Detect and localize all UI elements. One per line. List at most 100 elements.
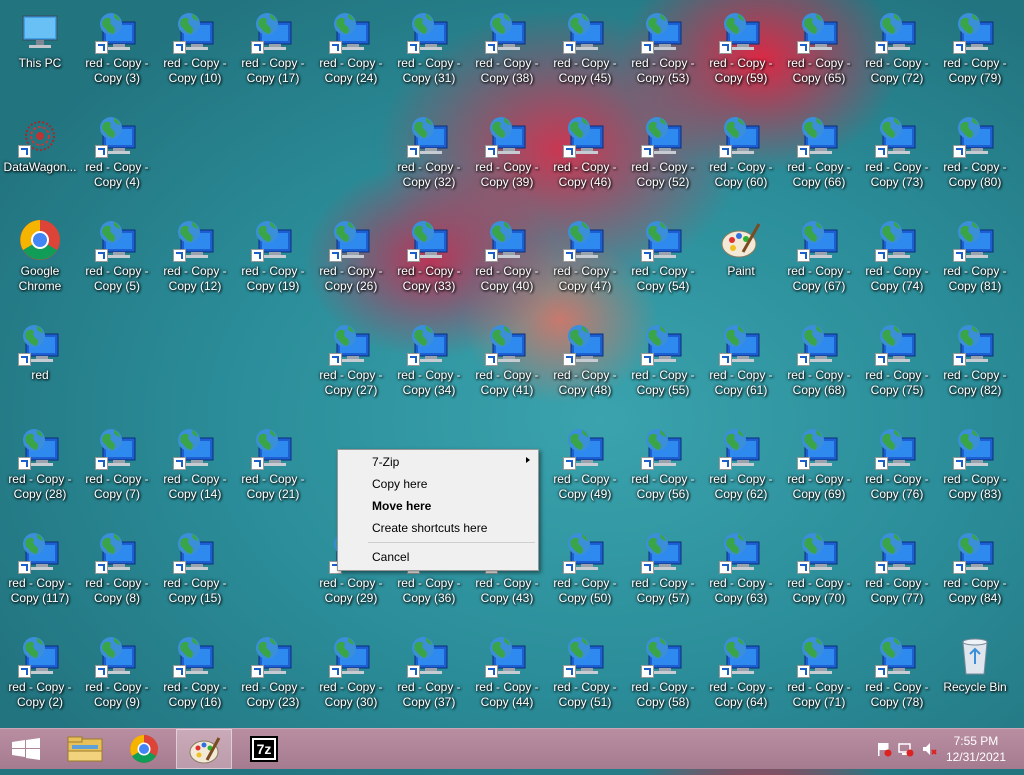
desktop-icon-red-copy-copy-46[interactable]: red - Copy - Copy (46) (548, 108, 622, 208)
desktop-icon-red-copy-copy-58[interactable]: red - Copy - Copy (58) (626, 628, 700, 728)
desktop-icon-red-copy-copy-8[interactable]: red - Copy - Copy (8) (80, 524, 154, 624)
desktop-icon-red-copy-copy-27[interactable]: red - Copy - Copy (27) (314, 316, 388, 416)
desktop-icon-red-copy-copy-63[interactable]: red - Copy - Copy (63) (704, 524, 778, 624)
desktop-icon-red-copy-copy-15[interactable]: red - Copy - Copy (15) (158, 524, 232, 624)
desktop-icon-red-copy-copy-28[interactable]: red - Copy - Copy (28) (3, 420, 77, 520)
desktop[interactable]: This PC DataWagon... Google Chrome red red -… (0, 0, 1024, 728)
desktop-icon-red-copy-copy-78[interactable]: red - Copy - Copy (78) (860, 628, 934, 728)
shortcut-arrow-icon (953, 145, 966, 158)
shortcut-arrow-icon (173, 249, 186, 262)
desktop-icon-red-copy-copy-34[interactable]: red - Copy - Copy (34) (392, 316, 466, 416)
desktop-icon-red-copy-copy-39[interactable]: red - Copy - Copy (39) (470, 108, 544, 208)
desktop-icon-red-copy-copy-5[interactable]: red - Copy - Copy (5) (80, 212, 154, 312)
desktop-icon-red-copy-copy-12[interactable]: red - Copy - Copy (12) (158, 212, 232, 312)
desktop-icon-red-copy-copy-67[interactable]: red - Copy - Copy (67) (782, 212, 856, 312)
desktop-icon-red-copy-copy-31[interactable]: red - Copy - Copy (31) (392, 4, 466, 104)
desktop-icon-red-copy-copy-26[interactable]: red - Copy - Copy (26) (314, 212, 388, 312)
desktop-icon-this-pc[interactable]: This PC (3, 4, 77, 104)
desktop-icon-paint[interactable]: Paint (704, 212, 778, 312)
desktop-icon-red-copy-copy-2[interactable]: red - Copy - Copy (2) (3, 628, 77, 728)
desktop-icon-red-copy-copy-33[interactable]: red - Copy - Copy (33) (392, 212, 466, 312)
desktop-icon-red-copy-copy-32[interactable]: red - Copy - Copy (32) (392, 108, 466, 208)
desktop-icon-red-copy-copy-44[interactable]: red - Copy - Copy (44) (470, 628, 544, 728)
speaker-muted-icon[interactable] (921, 741, 937, 757)
desktop-icon-red-copy-copy-61[interactable]: red - Copy - Copy (61) (704, 316, 778, 416)
desktop-icon-red-copy-copy-73[interactable]: red - Copy - Copy (73) (860, 108, 934, 208)
menu-item-move-here[interactable]: Move here (372, 496, 431, 516)
desktop-icon-red-copy-copy-77[interactable]: red - Copy - Copy (77) (860, 524, 934, 624)
start-button[interactable] (0, 729, 56, 769)
desktop-icon-red-copy-copy-56[interactable]: red - Copy - Copy (56) (626, 420, 700, 520)
desktop-icon-red-copy-copy-38[interactable]: red - Copy - Copy (38) (470, 4, 544, 104)
desktop-icon-red-copy-copy-71[interactable]: red - Copy - Copy (71) (782, 628, 856, 728)
desktop-icon-red-copy-copy-50[interactable]: red - Copy - Copy (50) (548, 524, 622, 624)
desktop-icon-red-copy-copy-37[interactable]: red - Copy - Copy (37) (392, 628, 466, 728)
desktop-icon-google-chrome[interactable]: Google Chrome (3, 212, 77, 312)
globe-monitor-icon (719, 530, 763, 574)
desktop-icon-red-copy-copy-14[interactable]: red - Copy - Copy (14) (158, 420, 232, 520)
desktop-icon-red-copy-copy-83[interactable]: red - Copy - Copy (83) (938, 420, 1012, 520)
desktop-icon-red-copy-copy-66[interactable]: red - Copy - Copy (66) (782, 108, 856, 208)
desktop-icon-red-copy-copy-21[interactable]: red - Copy - Copy (21) (236, 420, 310, 520)
menu-item-create-shortcuts-here[interactable]: Create shortcuts here (372, 518, 487, 538)
desktop-icon-red-copy-copy-30[interactable]: red - Copy - Copy (30) (314, 628, 388, 728)
desktop-icon-red-copy-copy-62[interactable]: red - Copy - Copy (62) (704, 420, 778, 520)
network-icon[interactable] (898, 741, 914, 757)
desktop-icon-red-copy-copy-55[interactable]: red - Copy - Copy (55) (626, 316, 700, 416)
desktop-icon-red-copy-copy-72[interactable]: red - Copy - Copy (72) (860, 4, 934, 104)
desktop-icon-red-copy-copy-52[interactable]: red - Copy - Copy (52) (626, 108, 700, 208)
desktop-icon-red-copy-copy-10[interactable]: red - Copy - Copy (10) (158, 4, 232, 104)
shortcut-arrow-icon (563, 145, 576, 158)
desktop-icon-red-copy-copy-84[interactable]: red - Copy - Copy (84) (938, 524, 1012, 624)
desktop-icon-red-copy-copy-24[interactable]: red - Copy - Copy (24) (314, 4, 388, 104)
shortcut-arrow-icon (875, 665, 888, 678)
desktop-icon-red-copy-copy-51[interactable]: red - Copy - Copy (51) (548, 628, 622, 728)
desktop-icon-recycle-bin[interactable]: Recycle Bin (938, 628, 1012, 728)
desktop-icon-red-copy-copy-80[interactable]: red - Copy - Copy (80) (938, 108, 1012, 208)
desktop-icon-red-copy-copy-76[interactable]: red - Copy - Copy (76) (860, 420, 934, 520)
clock[interactable]: 7:55 PM 12/31/2021 (946, 733, 1006, 765)
desktop-icon-red-copy-copy-60[interactable]: red - Copy - Copy (60) (704, 108, 778, 208)
desktop-icon-red-copy-copy-79[interactable]: red - Copy - Copy (79) (938, 4, 1012, 104)
desktop-icon-red-copy-copy-75[interactable]: red - Copy - Copy (75) (860, 316, 934, 416)
desktop-icon-red-copy-copy-3[interactable]: red - Copy - Copy (3) (80, 4, 154, 104)
desktop-icon-red-copy-copy-40[interactable]: red - Copy - Copy (40) (470, 212, 544, 312)
chrome-button[interactable] (116, 729, 172, 769)
desktop-icon-red-copy-copy-49[interactable]: red - Copy - Copy (49) (548, 420, 622, 520)
desktop-icon-red-copy-copy-4[interactable]: red - Copy - Copy (4) (80, 108, 154, 208)
seven-zip-button[interactable]: 7z (236, 729, 292, 769)
desktop-icon-red-copy-copy-82[interactable]: red - Copy - Copy (82) (938, 316, 1012, 416)
desktop-icon-red-copy-copy-47[interactable]: red - Copy - Copy (47) (548, 212, 622, 312)
menu-item-cancel[interactable]: Cancel (372, 547, 409, 567)
desktop-icon-red-copy-copy-23[interactable]: red - Copy - Copy (23) (236, 628, 310, 728)
file-explorer-button[interactable] (58, 729, 114, 769)
desktop-icon-red-copy-copy-17[interactable]: red - Copy - Copy (17) (236, 4, 310, 104)
desktop-icon-red-copy-copy-48[interactable]: red - Copy - Copy (48) (548, 316, 622, 416)
globe-monitor-icon (95, 634, 139, 678)
globe-monitor-icon (563, 322, 607, 366)
desktop-icon-red-copy-copy-19[interactable]: red - Copy - Copy (19) (236, 212, 310, 312)
desktop-icon-red-copy-copy-68[interactable]: red - Copy - Copy (68) (782, 316, 856, 416)
desktop-icon-datawagon[interactable]: DataWagon... (3, 108, 77, 208)
desktop-icon-red-copy-copy-59[interactable]: red - Copy - Copy (59) (704, 4, 778, 104)
menu-item-7zip[interactable]: 7-Zip (372, 452, 399, 472)
desktop-icon-red-copy-copy-7[interactable]: red - Copy - Copy (7) (80, 420, 154, 520)
desktop-icon-red-copy-copy-53[interactable]: red - Copy - Copy (53) (626, 4, 700, 104)
menu-item-copy-here[interactable]: Copy here (372, 474, 427, 494)
desktop-icon-red-copy-copy-70[interactable]: red - Copy - Copy (70) (782, 524, 856, 624)
desktop-icon-red-copy-copy-16[interactable]: red - Copy - Copy (16) (158, 628, 232, 728)
desktop-icon-red-copy-copy-54[interactable]: red - Copy - Copy (54) (626, 212, 700, 312)
desktop-icon-red-copy-copy-81[interactable]: red - Copy - Copy (81) (938, 212, 1012, 312)
flag-icon[interactable] (876, 741, 892, 757)
desktop-icon-red-copy-copy-45[interactable]: red - Copy - Copy (45) (548, 4, 622, 104)
desktop-icon-red-copy-copy-64[interactable]: red - Copy - Copy (64) (704, 628, 778, 728)
desktop-icon-red-copy-copy-117[interactable]: red - Copy - Copy (117) (3, 524, 77, 624)
desktop-icon-red-copy-copy-57[interactable]: red - Copy - Copy (57) (626, 524, 700, 624)
paint-button[interactable] (176, 729, 232, 769)
desktop-icon-red-copy-copy-9[interactable]: red - Copy - Copy (9) (80, 628, 154, 728)
desktop-icon-red-copy-copy-69[interactable]: red - Copy - Copy (69) (782, 420, 856, 520)
desktop-icon-red-copy-copy-65[interactable]: red - Copy - Copy (65) (782, 4, 856, 104)
desktop-icon-red-copy-copy-41[interactable]: red - Copy - Copy (41) (470, 316, 544, 416)
desktop-icon-red[interactable]: red (3, 316, 77, 416)
desktop-icon-red-copy-copy-74[interactable]: red - Copy - Copy (74) (860, 212, 934, 312)
